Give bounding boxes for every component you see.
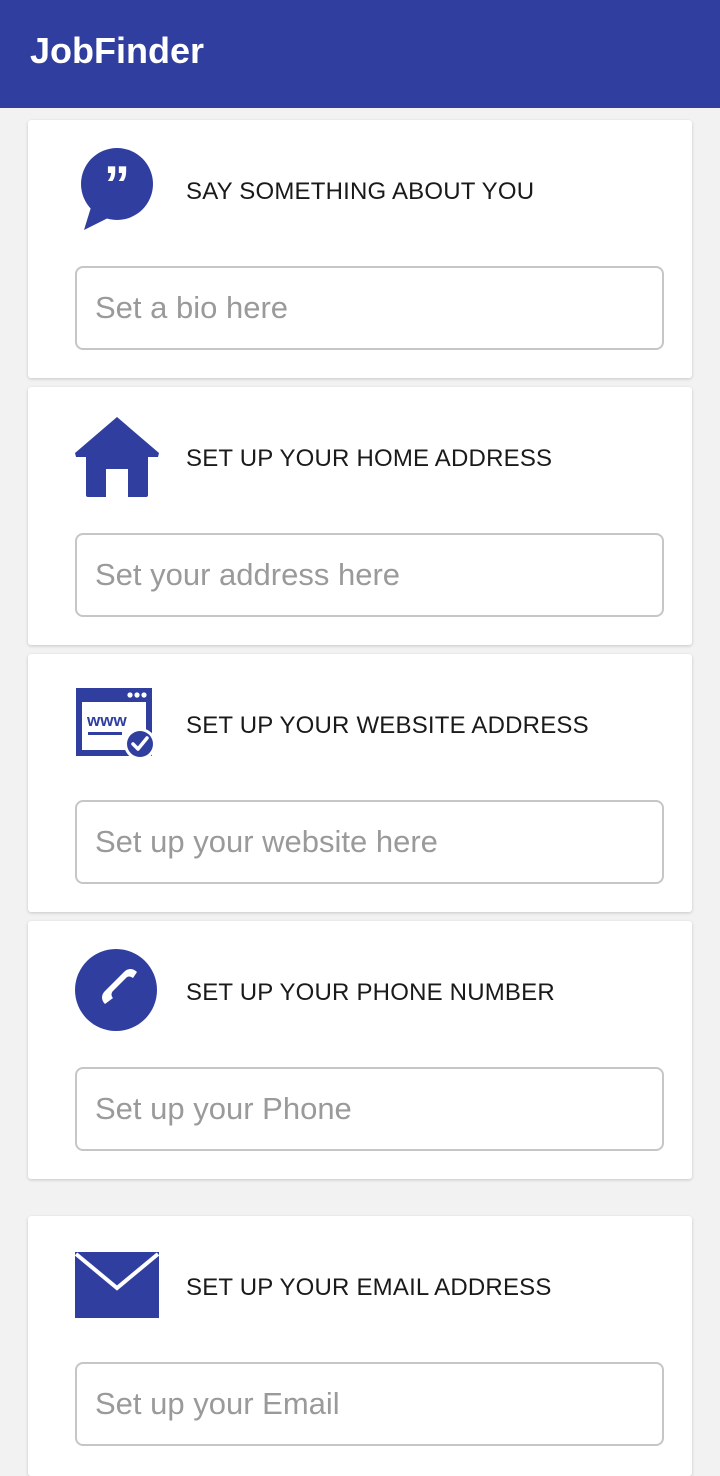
phone-input[interactable] — [75, 1067, 664, 1151]
app-title: JobFinder — [30, 30, 205, 71]
bio-label: SAY SOMETHING ABOUT YOU — [186, 178, 535, 205]
address-card: SET UP YOUR HOME ADDRESS — [28, 387, 692, 645]
email-card-header: SET UP YOUR EMAIL ADDRESS — [28, 1216, 692, 1333]
email-input[interactable] — [75, 1362, 664, 1446]
website-label: SET UP YOUR WEBSITE ADDRESS — [186, 712, 589, 739]
address-card-header: SET UP YOUR HOME ADDRESS — [28, 387, 692, 504]
phone-icon — [74, 947, 160, 1033]
website-card-header: www SET UP YOUR WEBSITE ADDRESS — [28, 654, 692, 771]
website-input[interactable] — [75, 800, 664, 884]
address-input[interactable] — [75, 533, 664, 617]
address-label: SET UP YOUR HOME ADDRESS — [186, 445, 553, 472]
email-icon — [74, 1242, 160, 1328]
bio-card: ” SAY SOMETHING ABOUT YOU — [28, 120, 692, 378]
website-card: www SET UP YOUR WEBSITE ADDRESS — [28, 654, 692, 912]
bio-card-header: ” SAY SOMETHING ABOUT YOU — [28, 120, 692, 237]
phone-card: SET UP YOUR PHONE NUMBER — [28, 921, 692, 1179]
email-label: SET UP YOUR EMAIL ADDRESS — [186, 1274, 552, 1301]
bio-input[interactable] — [75, 266, 664, 350]
home-icon — [74, 413, 160, 499]
phone-label: SET UP YOUR PHONE NUMBER — [186, 979, 555, 1006]
email-card: SET UP YOUR EMAIL ADDRESS — [28, 1216, 692, 1476]
quote-bubble-icon: ” — [74, 146, 160, 232]
app-bar: JobFinder — [0, 0, 720, 108]
svg-text:”: ” — [104, 156, 130, 214]
phone-card-header: SET UP YOUR PHONE NUMBER — [28, 921, 692, 1038]
website-icon: www — [74, 680, 160, 766]
svg-text:www: www — [86, 711, 127, 730]
